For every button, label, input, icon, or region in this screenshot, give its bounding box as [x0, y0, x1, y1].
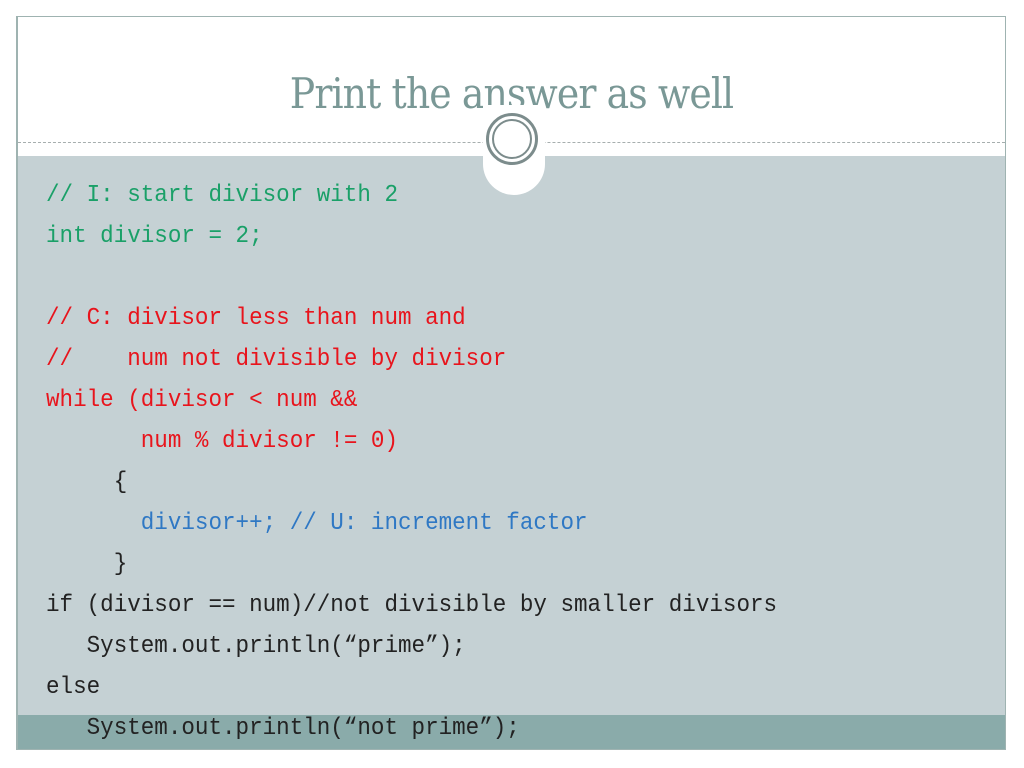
code-line: // C: divisor less than num and	[46, 305, 466, 332]
code-line: {	[46, 469, 128, 496]
slide: Print the answer as well // I: start div…	[16, 16, 1006, 750]
code-line: int divisor = 2;	[46, 223, 263, 250]
code-line: System.out.println(“not prime”);	[46, 715, 520, 742]
code-line: num % divisor != 0)	[46, 428, 399, 455]
code-line: divisor++; // U: increment factor	[46, 510, 588, 537]
code-line: else	[46, 674, 101, 701]
code-line: }	[46, 551, 128, 578]
code-line: // I: start divisor with 2	[46, 182, 399, 209]
circle-ornament-icon	[486, 113, 538, 165]
code-line: System.out.println(“prime”);	[46, 633, 466, 660]
code-line: while (divisor < num &&	[46, 387, 358, 414]
code-block: // I: start divisor with 2 int divisor = …	[46, 175, 777, 749]
code-line: // num not divisible by divisor	[46, 346, 507, 373]
code-line: if (divisor == num)//not divisible by sm…	[46, 592, 778, 619]
